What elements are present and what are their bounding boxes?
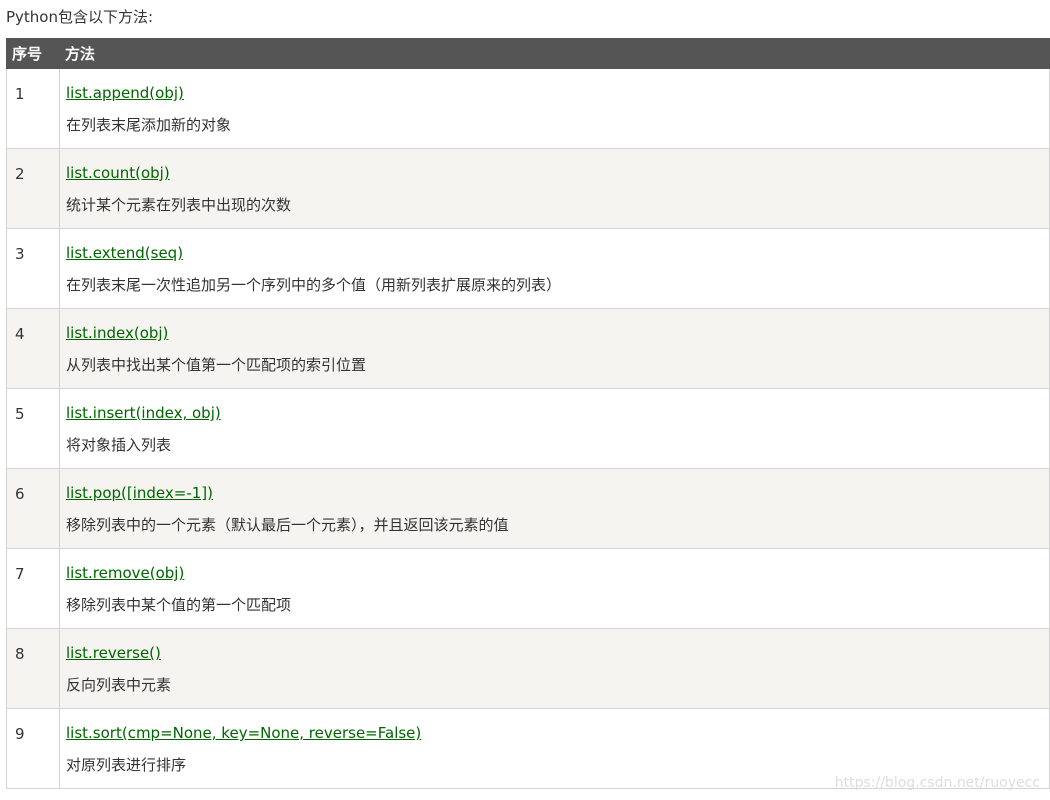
row-number: 2 (15, 165, 25, 183)
table-header-row: 序号 方法 (6, 38, 1050, 69)
method-cell: list.append(obj) 在列表末尾添加新的对象 (59, 68, 1050, 149)
table-row: 5 list.insert(index, obj) 将对象插入列表 (6, 388, 1050, 469)
table-row: 6 list.pop([index=-1]) 移除列表中的一个元素（默认最后一个… (6, 468, 1050, 549)
row-number-cell: 6 (6, 468, 60, 549)
method-cell: list.pop([index=-1]) 移除列表中的一个元素（默认最后一个元素… (59, 468, 1050, 549)
watermark: https://blog.csdn.net/ruoyecc (834, 775, 1040, 791)
method-description: 反向列表中元素 (66, 676, 172, 694)
row-number-cell: 5 (6, 388, 60, 469)
row-number-cell: 9 (6, 708, 60, 789)
row-number-cell: 1 (6, 68, 60, 149)
intro-text: Python包含以下方法: (6, 8, 154, 26)
table-row: 2 list.count(obj) 统计某个元素在列表中出现的次数 (6, 148, 1050, 229)
row-number-cell: 2 (6, 148, 60, 229)
method-link-remove[interactable]: list.remove(obj) (66, 563, 1049, 583)
table-row: 4 list.index(obj) 从列表中找出某个值第一个匹配项的索引位置 (6, 308, 1050, 389)
method-description: 移除列表中的一个元素（默认最后一个元素），并且返回该元素的值 (66, 516, 509, 534)
method-link-insert[interactable]: list.insert(index, obj) (66, 403, 1049, 423)
row-number: 1 (15, 85, 25, 103)
table-row: 8 list.reverse() 反向列表中元素 (6, 628, 1050, 709)
row-number-cell: 7 (6, 548, 60, 629)
row-number: 9 (15, 725, 25, 743)
method-link-pop[interactable]: list.pop([index=-1]) (66, 483, 1049, 503)
method-cell: list.extend(seq) 在列表末尾一次性追加另一个序列中的多个值（用新… (59, 228, 1050, 309)
method-link-append[interactable]: list.append(obj) (66, 83, 1049, 103)
method-description: 从列表中找出某个值第一个匹配项的索引位置 (66, 356, 367, 374)
method-cell: list.reverse() 反向列表中元素 (59, 628, 1050, 709)
row-number: 5 (15, 405, 25, 423)
method-link-sort[interactable]: list.sort(cmp=None, key=None, reverse=Fa… (66, 723, 1049, 743)
method-link-extend[interactable]: list.extend(seq) (66, 243, 1049, 263)
method-cell: list.count(obj) 统计某个元素在列表中出现的次数 (59, 148, 1050, 229)
method-description: 统计某个元素在列表中出现的次数 (66, 196, 292, 214)
method-description: 在列表末尾添加新的对象 (66, 116, 232, 134)
header-number: 序号 (6, 38, 60, 69)
method-cell: list.remove(obj) 移除列表中某个值的第一个匹配项 (59, 548, 1050, 629)
row-number: 3 (15, 245, 25, 263)
methods-table: 序号 方法 1 list.append(obj) 在列表末尾添加新的对象 2 l… (6, 38, 1050, 789)
row-number-cell: 8 (6, 628, 60, 709)
method-link-count[interactable]: list.count(obj) (66, 163, 1049, 183)
method-description: 在列表末尾一次性追加另一个序列中的多个值（用新列表扩展原来的列表） (66, 276, 562, 294)
table-row: 3 list.extend(seq) 在列表末尾一次性追加另一个序列中的多个值（… (6, 228, 1050, 309)
table-row: 7 list.remove(obj) 移除列表中某个值的第一个匹配项 (6, 548, 1050, 629)
method-description: 移除列表中某个值的第一个匹配项 (66, 596, 292, 614)
header-method: 方法 (59, 38, 1050, 69)
method-link-index[interactable]: list.index(obj) (66, 323, 1049, 343)
method-link-reverse[interactable]: list.reverse() (66, 643, 1049, 663)
row-number: 6 (15, 485, 25, 503)
row-number: 7 (15, 565, 25, 583)
method-description: 将对象插入列表 (66, 436, 172, 454)
method-cell: list.insert(index, obj) 将对象插入列表 (59, 388, 1050, 469)
table-row: 1 list.append(obj) 在列表末尾添加新的对象 (6, 68, 1050, 149)
method-description: 对原列表进行排序 (66, 756, 187, 774)
row-number: 8 (15, 645, 25, 663)
row-number-cell: 4 (6, 308, 60, 389)
method-cell: list.index(obj) 从列表中找出某个值第一个匹配项的索引位置 (59, 308, 1050, 389)
row-number: 4 (15, 325, 25, 343)
row-number-cell: 3 (6, 228, 60, 309)
